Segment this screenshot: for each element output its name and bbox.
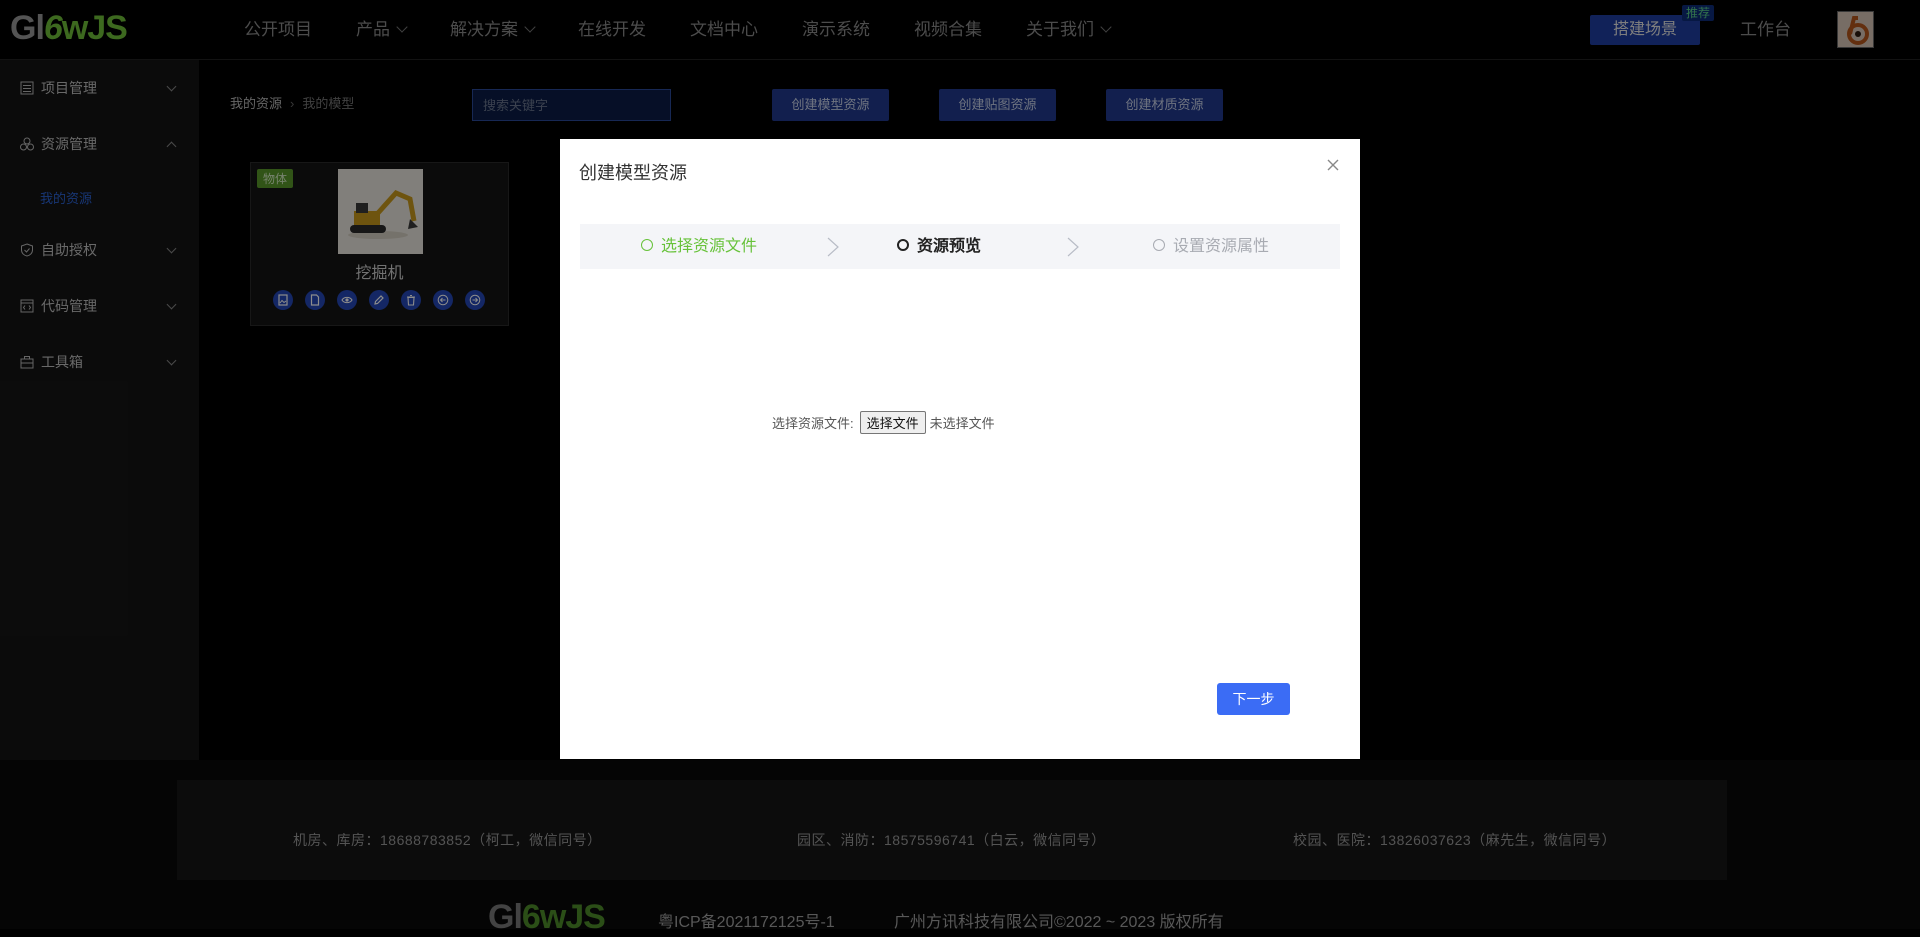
step-properties: 设置资源属性 <box>1153 224 1269 269</box>
file-label: 选择资源文件: <box>772 416 854 431</box>
create-model-dialog: 创建模型资源 选择资源文件 资源预览 设置资源属性 选择资源文件: 选择文件 未选择… <box>560 139 1360 759</box>
file-select-row: 选择资源文件: 选择文件 未选择文件 <box>772 411 995 434</box>
dialog-title: 创建模型资源 <box>579 163 687 183</box>
step-preview: 资源预览 <box>897 224 981 269</box>
next-step-button[interactable]: 下一步 <box>1217 683 1290 715</box>
file-status: 未选择文件 <box>929 416 995 431</box>
close-icon[interactable] <box>1326 158 1340 172</box>
step-separator-icon <box>827 237 839 257</box>
step-label: 资源预览 <box>917 238 982 255</box>
circle-icon <box>897 238 909 251</box>
circle-icon <box>1153 238 1165 251</box>
step-separator-icon <box>1067 237 1079 257</box>
check-circle-icon <box>641 238 653 251</box>
step-label: 设置资源属性 <box>1173 238 1270 255</box>
step-select-file: 选择资源文件 <box>641 224 757 269</box>
steps-bar: 选择资源文件 资源预览 设置资源属性 <box>580 224 1340 269</box>
choose-file-button[interactable]: 选择文件 <box>859 411 926 434</box>
step-label: 选择资源文件 <box>661 238 758 255</box>
